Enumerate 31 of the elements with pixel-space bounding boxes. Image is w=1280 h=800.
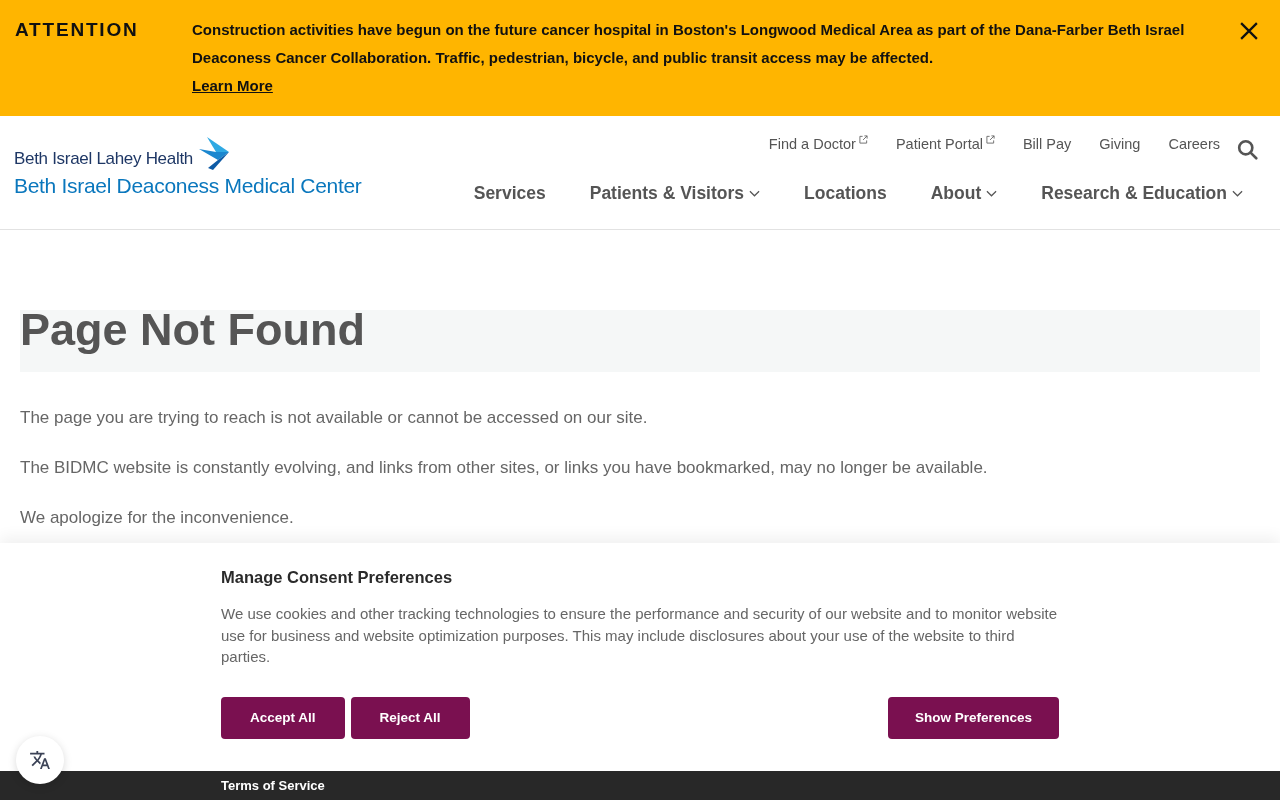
close-icon [1240, 22, 1258, 40]
logo-name: Beth Israel Deaconess Medical Center [14, 173, 362, 199]
bird-logo-icon [199, 137, 229, 170]
learn-more-link[interactable]: Learn More [192, 77, 273, 94]
nav-link[interactable]: Research & Education [1041, 180, 1243, 206]
consent-text: We use cookies and other tracking technologies to ensure the performance and security of our website and to monitor website use for business and website optimization purposes. This may include disclosures about your use of the website to third parties. [221, 604, 1059, 667]
close-button[interactable] [1240, 22, 1258, 40]
nav-link[interactable]: About [930, 180, 998, 206]
show-preferences-button[interactable]: Show Preferences [887, 696, 1059, 739]
translate-icon [30, 751, 50, 769]
body-text: The BIDMC website is constantly evolving, and links from other sites, or links you have bookmarked, may no longer be available. [20, 457, 989, 479]
body-text: The page you are trying to reach is not available or cannot be accessed on our site. [20, 407, 649, 429]
nav-link[interactable]: Locations [804, 180, 887, 206]
utility-link[interactable]: Bill Pay [1022, 133, 1072, 155]
nav-link[interactable]: Patients & Visitors [589, 180, 761, 206]
page-title: Page Not Found [20, 310, 1260, 372]
utility-link[interactable]: Giving [1099, 133, 1141, 155]
consent-button[interactable]: Reject All [350, 696, 470, 739]
consent-title: Manage Consent Preferences [221, 567, 454, 588]
body-text: We apologize for the inconvenience. [20, 507, 295, 529]
search-icon [1237, 139, 1258, 160]
logo-parent-name: Beth Israel Lahey Health [14, 149, 193, 169]
alert-label: ATTENTION [15, 18, 140, 42]
utility-link[interactable]: Patient Portal [895, 133, 995, 155]
alert-message: Construction activities have begun on the future cancer hospital in Boston's Longwood Medical Area as part of the Dana-Farber Beth Israel Deaconess Cancer Collaboration. Traffic, pedestrian, bicycle, and public transit access may be affected. [192, 20, 1186, 68]
search-button[interactable] [1237, 139, 1258, 160]
utility-link[interactable]: Find a Doctor [768, 133, 868, 155]
utility-link[interactable]: Careers [1168, 133, 1220, 155]
consent-button[interactable]: Accept All [221, 696, 345, 739]
terms-of-service-link[interactable]: Terms of Service [221, 776, 325, 795]
nav-link[interactable]: Services [473, 180, 546, 206]
